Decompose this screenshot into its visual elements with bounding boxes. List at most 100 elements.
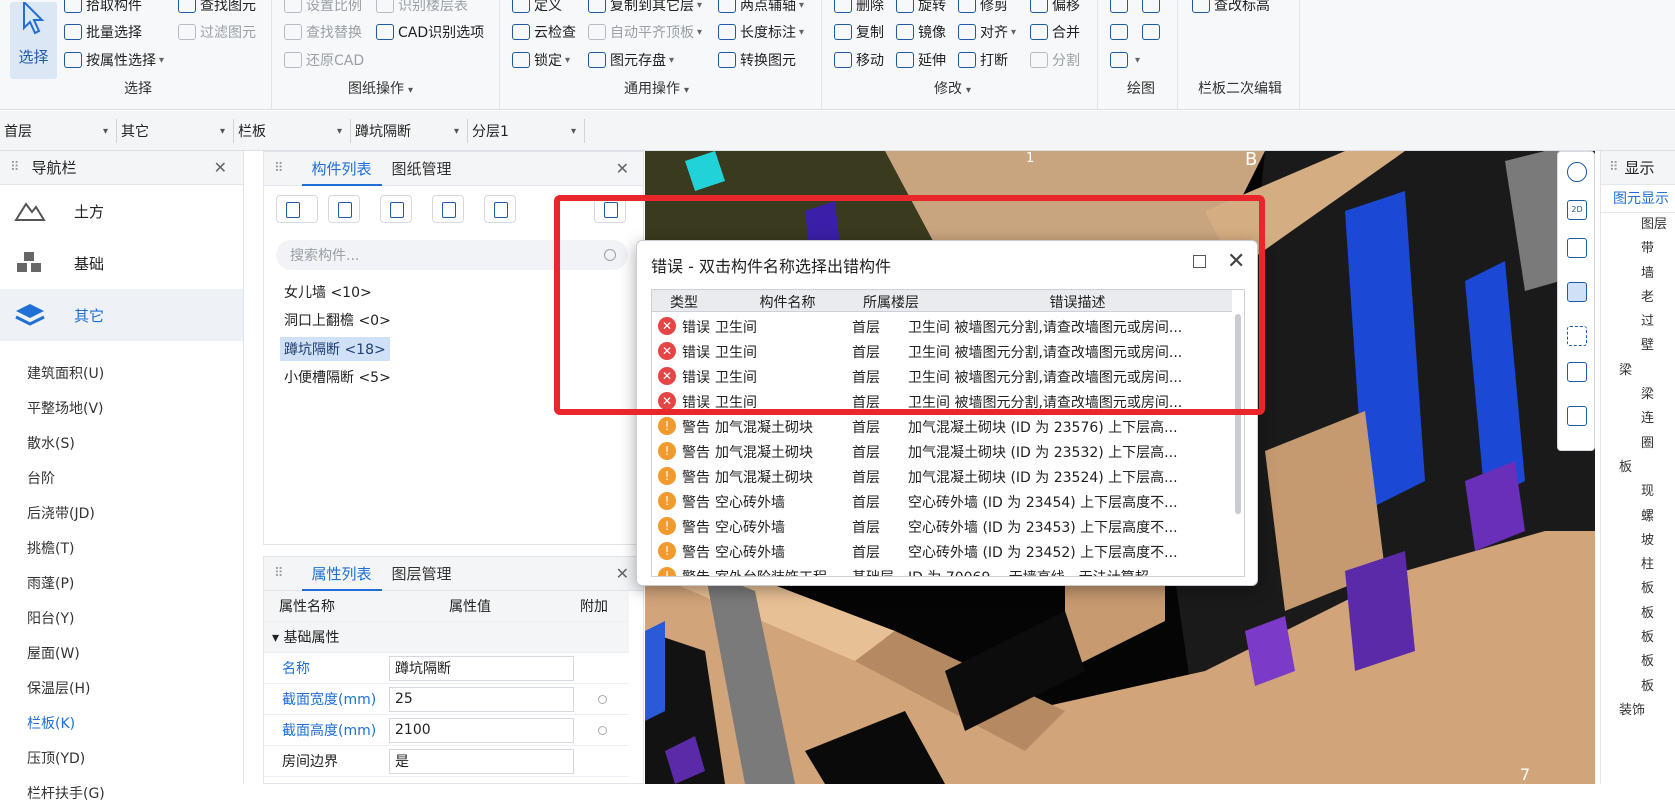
error-component-name[interactable]: 加气混凝土砌块 (715, 442, 813, 462)
expand-panel-button[interactable] (594, 195, 626, 223)
nav-item[interactable]: 散水(S) (0, 425, 243, 460)
component-item[interactable]: 洞口上翻檐 <0> (280, 308, 395, 332)
component-select[interactable]: 蹲坑隔断 (351, 119, 468, 143)
property-section-basic[interactable]: ▾ 基础属性 (264, 622, 629, 653)
component-item-selected[interactable]: 蹲坑隔断 <18> (280, 337, 390, 361)
layer-select[interactable]: 分层1 (468, 119, 585, 143)
merge-button[interactable]: 合并 (1030, 21, 1080, 43)
close-icon[interactable]: ✕ (214, 158, 227, 177)
nav-item[interactable]: 阳台(Y) (0, 600, 243, 635)
tree-group[interactable]: 板 (1619, 456, 1675, 480)
align-button[interactable]: 对齐 (958, 21, 1016, 43)
batch-select-button[interactable]: 批量选择 (64, 21, 142, 43)
nav-item[interactable]: 屋面(W) (0, 635, 243, 670)
tree-item[interactable]: 坡 (1641, 529, 1675, 553)
tree-item[interactable]: 现 (1641, 480, 1675, 504)
error-row[interactable]: ✕ 错误 卫生间 首层 卫生间 被墙图元分割,请查改墙图元或房间... (652, 314, 1232, 339)
lock-button[interactable]: 锁定 (512, 49, 570, 71)
error-row[interactable]: ✕ 错误 卫生间 首层 卫生间 被墙图元分割,请查改墙图元或房间... (652, 389, 1232, 414)
tree-item[interactable]: 螺 (1641, 505, 1675, 529)
tree-group[interactable]: 梁 (1619, 359, 1675, 383)
tree-item[interactable]: 过 (1641, 310, 1675, 334)
tree-group[interactable]: 装饰 (1619, 699, 1675, 723)
nav-category-earthwork[interactable]: 土方 (0, 185, 243, 237)
delete-button[interactable]: 删除 (834, 0, 884, 16)
error-component-name[interactable]: 卫生间 (715, 367, 757, 387)
error-row[interactable]: ! 警告 空心砖外墙 首层 空心砖外墙 (ID 为 23452) 上下层高度不... (652, 539, 1232, 564)
mirror-button[interactable]: 镜像 (896, 21, 946, 43)
model-box-icon[interactable] (1567, 362, 1587, 382)
nav-item[interactable]: 挑檐(T) (0, 530, 243, 565)
error-row[interactable]: ! 警告 空心砖外墙 首层 空心砖外墙 (ID 为 23453) 上下层高度不... (652, 514, 1232, 539)
tab-property-list[interactable]: 属性列表 (301, 557, 382, 591)
error-row[interactable]: ! 警告 加气混凝土砌块 首层 加气混凝土砌块 (ID 为 23524) 上下层高... (652, 464, 1232, 489)
cloud-check-button[interactable]: 云检查 (512, 21, 576, 43)
pick-component-button[interactable]: 拾取构件 (64, 0, 142, 16)
error-row[interactable]: ✕ 错误 卫生间 首层 卫生间 被墙图元分割,请查改墙图元或房间... (652, 339, 1232, 364)
error-row[interactable]: ! 警告 空心砖外墙 首层 空心砖外墙 (ID 为 23454) 上下层高度不... (652, 489, 1232, 514)
two-point-axis-button[interactable]: 两点辅轴 (718, 0, 804, 16)
property-value-input[interactable]: 蹲坑隔断 (389, 655, 574, 681)
tab-drawing-management[interactable]: 图纸管理 (382, 152, 462, 186)
split-button[interactable]: 分割 (1030, 49, 1080, 71)
arc-draw-button[interactable] (1110, 49, 1140, 71)
set-scale-button[interactable]: 设置比例 (284, 0, 362, 16)
tree-item[interactable]: 图层 (1641, 213, 1675, 237)
tree-item[interactable]: 板 (1641, 602, 1675, 626)
close-icon[interactable]: ✕ (1227, 249, 1245, 274)
tree-item[interactable]: 梁 (1641, 383, 1675, 407)
error-row[interactable]: ! 警告 加气混凝土砌块 首层 加气混凝土砌块 (ID 为 23576) 上下层高... (652, 414, 1232, 439)
nav-item[interactable]: 建筑面积(U) (0, 355, 243, 390)
extra-checkbox[interactable] (598, 694, 607, 704)
nav-item[interactable]: 平整场地(V) (0, 390, 243, 425)
filter-component-button[interactable] (484, 195, 516, 223)
check-elevation-button[interactable]: 查改标高 (1192, 0, 1270, 16)
error-row[interactable]: ! 警告室外台阶装饰工程 基础层 ID 为 70069 ，无墙高线，无法计算超... (652, 564, 1232, 576)
error-component-name[interactable]: 加气混凝土砌块 (715, 417, 813, 437)
error-row[interactable]: ✕ 错误 卫生间 首层 卫生间 被墙图元分割,请查改墙图元或房间... (652, 364, 1232, 389)
header-description[interactable]: 错误描述 (923, 292, 1232, 312)
filter-element-button[interactable]: 过滤图元 (178, 21, 256, 43)
copy-button[interactable]: 复制 (834, 21, 884, 43)
convert-element-button[interactable]: 转换图元 (718, 49, 796, 71)
close-icon[interactable]: ✕ (616, 564, 629, 583)
error-row[interactable]: ! 警告 加气混凝土砌块 首层 加气混凝土砌块 (ID 为 23532) 上下层高... (652, 439, 1232, 464)
drag-handle-icon[interactable]: ⠿ (10, 160, 19, 175)
restore-cad-button[interactable]: 还原CAD (284, 49, 364, 71)
tab-component-list[interactable]: 构件列表 (301, 152, 382, 186)
offset-button[interactable]: 偏移 (1030, 0, 1080, 16)
cube-view-icon[interactable] (1567, 238, 1587, 258)
nav-category-foundation[interactable]: 基础 (0, 237, 243, 289)
search-icon[interactable] (604, 249, 616, 261)
rotate-button[interactable]: 旋转 (896, 0, 946, 16)
line-draw-button[interactable] (1110, 21, 1132, 43)
delete-component-button[interactable] (380, 195, 412, 223)
error-component-name[interactable]: 卫生间 (715, 317, 757, 337)
component-type-select[interactable]: 栏板 (234, 119, 351, 143)
point-draw-button[interactable] (1110, 0, 1132, 16)
select-by-attribute-button[interactable]: 按属性选择 (64, 49, 164, 71)
component-search-input[interactable]: 搜索构件... (276, 240, 628, 270)
circle-draw-button[interactable] (1142, 0, 1164, 16)
cad-options-button[interactable]: CAD识别选项 (376, 21, 484, 43)
drag-handle-icon[interactable]: ⠿ (274, 161, 283, 176)
extra-checkbox[interactable] (598, 725, 607, 735)
duplicate-component-button[interactable] (432, 195, 464, 223)
close-icon[interactable]: ✕ (616, 159, 629, 178)
drag-handle-icon[interactable]: ⠿ (1609, 160, 1618, 175)
header-type[interactable]: 类型 (652, 292, 716, 312)
nav-item[interactable]: 雨蓬(P) (0, 565, 243, 600)
save-element-button[interactable]: 图元存盘 (588, 49, 674, 71)
trim-button[interactable]: 修剪 (958, 0, 1008, 16)
tree-item[interactable]: 连 (1641, 407, 1675, 431)
tree-item[interactable]: 板 (1641, 626, 1675, 650)
find-element-button[interactable]: 查找图元 (178, 0, 256, 16)
header-name[interactable]: 构件名称 (716, 292, 859, 312)
extend-button[interactable]: 延伸 (896, 49, 946, 71)
break-button[interactable]: 打断 (958, 49, 1008, 71)
component-item[interactable]: 小便槽隔断 <5> (280, 365, 395, 389)
tree-item[interactable]: 柱 (1641, 553, 1675, 577)
select-button[interactable]: 选择 (10, 2, 57, 79)
orbit-icon[interactable] (1567, 162, 1587, 182)
rect-draw-button[interactable] (1142, 21, 1164, 43)
